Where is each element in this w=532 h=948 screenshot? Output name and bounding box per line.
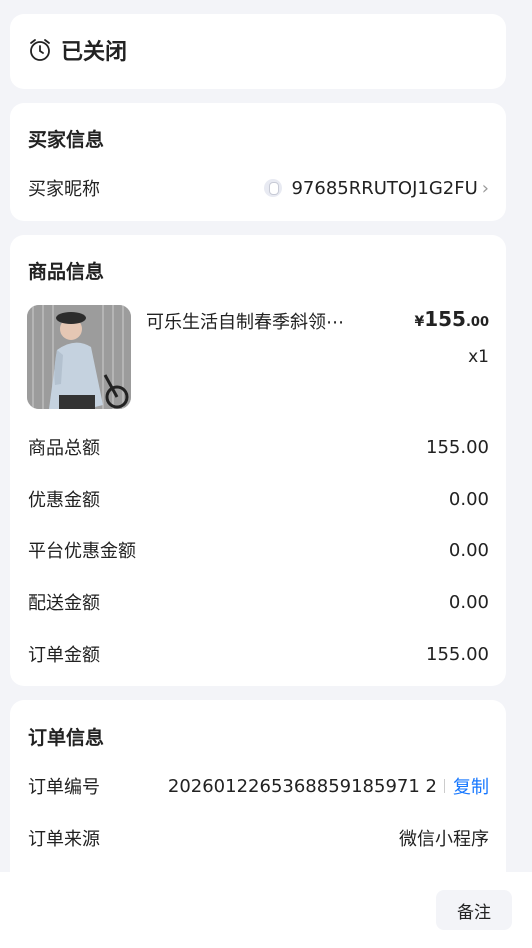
goods-info-title: 商品信息 — [28, 261, 105, 283]
product-quantity: x1 — [468, 347, 489, 367]
buyer-info-card: 买家信息 买家昵称 97685RRUTOJ1G2FU › — [10, 103, 506, 221]
order-info-title: 订单信息 — [28, 727, 105, 749]
buyer-avatar — [264, 179, 283, 197]
delivery-fee-row: 配送金额 0.00 — [28, 591, 489, 615]
copy-button[interactable]: 复制 — [453, 773, 489, 799]
product-name[interactable]: 可乐生活自制春季斜领⋯ — [146, 308, 376, 334]
order-number-row: 订单编号 2026012265368859185971 2 复制 — [28, 773, 489, 799]
buyer-nickname-value: 97685RRUTOJ1G2FU — [291, 177, 478, 199]
order-source-row: 订单来源 微信小程序 — [28, 825, 489, 851]
chevron-right-icon: › — [481, 177, 489, 199]
goods-info-card: 商品信息 可乐生活自制春季斜领⋯ ¥155.00 x1 商品总额 155.00 … — [10, 235, 506, 686]
platform-discount-row: 平台优惠金额 0.00 — [28, 539, 489, 563]
status-text: 已关闭 — [61, 40, 128, 65]
goods-total-row: 商品总额 155.00 — [28, 436, 489, 460]
discount-row: 优惠金额 0.00 — [28, 488, 489, 512]
status-card: 已关闭 — [10, 14, 506, 89]
order-number-label: 订单编号 — [28, 777, 100, 798]
product-price: ¥155.00 — [414, 307, 489, 331]
buyer-nickname-label: 买家昵称 — [28, 179, 100, 200]
remark-button[interactable]: 备注 — [436, 890, 512, 930]
order-status: 已关闭 — [28, 34, 127, 66]
divider — [444, 779, 445, 793]
buyer-nickname-row[interactable]: 买家昵称 97685RRUTOJ1G2FU › — [28, 175, 489, 201]
order-source-value: 微信小程序 — [399, 829, 489, 850]
product-image[interactable] — [27, 305, 131, 409]
order-number-value: 2026012265368859185971 2 — [167, 775, 437, 797]
order-info-card: 订单信息 订单编号 2026012265368859185971 2 复制 订单… — [10, 700, 506, 900]
buyer-info-title: 买家信息 — [28, 129, 105, 151]
order-source-label: 订单来源 — [28, 829, 100, 850]
order-amount-row: 订单金额 155.00 — [28, 643, 489, 667]
alarm-clock-icon — [30, 39, 50, 61]
bottom-action-bar: 备注 — [0, 872, 532, 948]
